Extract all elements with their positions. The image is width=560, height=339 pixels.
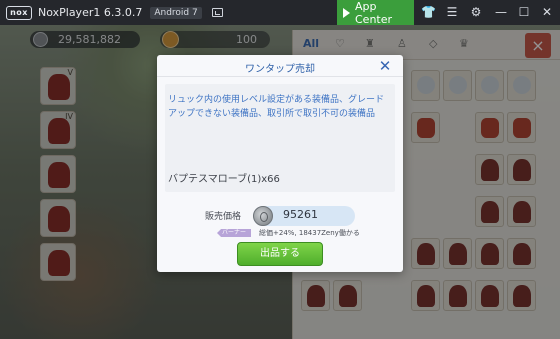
window-title: NoxPlayer1 6.3.0.7 [38,6,143,19]
app-center-button[interactable]: App Center [337,0,414,26]
android-version-badge: Android 7 [150,6,202,19]
sell-button[interactable]: 出品する [237,242,323,266]
settings-gear-icon[interactable]: ⚙ [469,5,483,19]
app-center-label: App Center [355,0,393,26]
zeny-coin-icon [253,206,273,226]
close-icon[interactable]: ✕ [377,58,393,74]
play-store-icon [343,7,350,18]
sell-item-name: バプテスマローブ(1)x66 [168,174,280,185]
bonus-tag: バーナー [217,229,251,237]
maximize-icon[interactable]: ☐ [517,5,531,19]
close-window-icon[interactable]: ✕ [540,5,554,19]
screenshot-icon[interactable] [211,8,223,17]
menu-icon[interactable]: ☰ [445,5,459,19]
price-bonus-note: 総価+24%, 18437Zeny働かる [259,229,360,237]
dialog-title: ワンタップ売却 [245,64,315,75]
one-tap-sell-dialog: ワンタップ売却 ✕ リュック内の使用レベル設定がある装備品、グレードアップできな… [157,55,403,272]
minimize-icon[interactable]: — [494,5,508,19]
sell-notice-text: リュック内の使用レベル設定がある装備品、グレードアップできない装備品、取引所で取… [168,95,385,119]
price-label: 販売価格 [205,212,242,222]
nox-logo: nox [6,5,32,20]
price-value: 95261 [283,208,318,221]
theme-shirt-icon[interactable]: 👕 [421,5,436,19]
dialog-header: ワンタップ売却 ✕ [157,55,403,77]
